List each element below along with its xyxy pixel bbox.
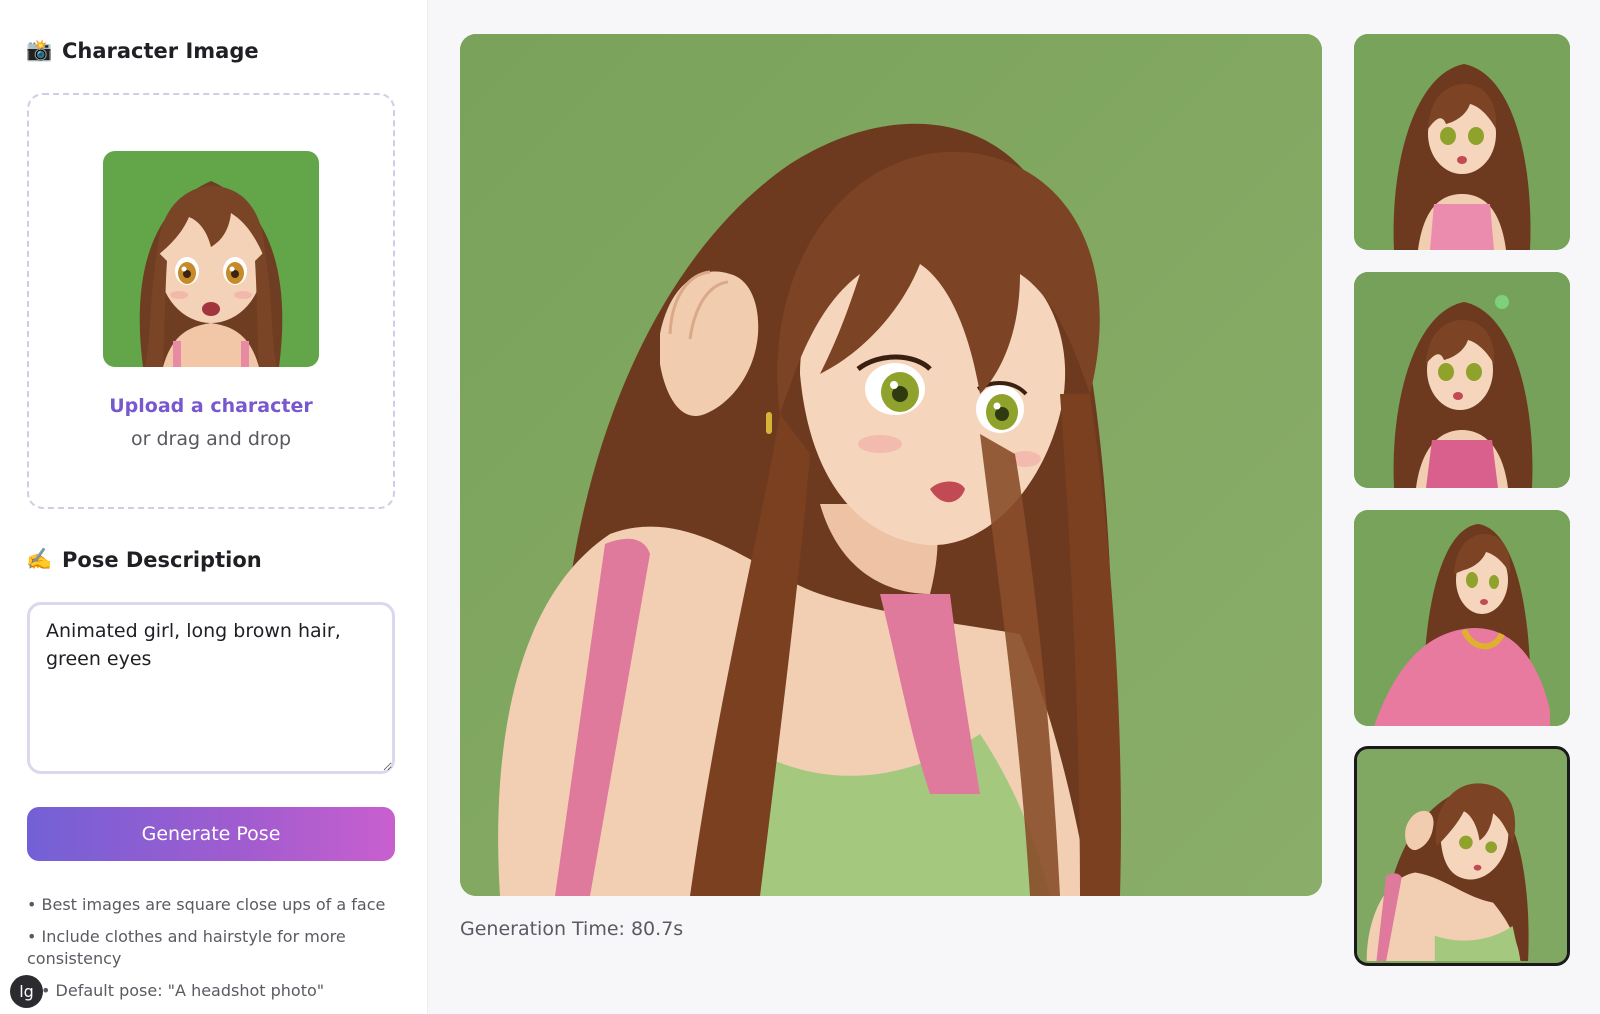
character-upload-dropzone[interactable]: Upload a character or drag and drop <box>27 93 395 509</box>
character-image-heading: 📸 Character Image <box>26 38 259 63</box>
gallery-thumbnail-1[interactable] <box>1354 34 1570 250</box>
lg-badge[interactable]: lg <box>10 975 43 1008</box>
drag-and-drop-hint: or drag and drop <box>130 428 291 450</box>
upload-character-link[interactable]: Upload a character <box>29 395 393 417</box>
gallery-thumbnail-2[interactable] <box>1354 272 1570 488</box>
writing-hand-icon: ✍️ <box>26 547 53 571</box>
camera-flash-icon: 📸 <box>26 38 53 62</box>
generate-pose-button[interactable]: Generate Pose <box>27 807 395 861</box>
pose-description-title: Pose Description <box>62 547 262 572</box>
pose-description-heading: ✍️ Pose Description <box>26 547 262 572</box>
sidebar: 📸 Character Image Upload a character or … <box>0 0 428 1014</box>
tip-item: • Best images are square close ups of a … <box>27 895 386 914</box>
pose-description-input[interactable]: Animated girl, long brown hair, green ey… <box>27 602 395 774</box>
tip-item: • Default pose: "A headshot photo" <box>41 981 325 1000</box>
character-image-title: Character Image <box>62 38 259 63</box>
generation-time-label: Generation Time: 80.7s <box>460 918 684 940</box>
tips-list: • Best images are square close ups of a … <box>27 894 397 1012</box>
gallery-thumbnail-4-selected[interactable] <box>1354 746 1570 966</box>
generated-pose-image <box>460 34 1322 896</box>
tip-item: • Include clothes and hairstyle for more… <box>27 927 346 968</box>
gallery-thumbnail-3[interactable] <box>1354 510 1570 726</box>
uploaded-character-thumbnail <box>103 151 319 367</box>
